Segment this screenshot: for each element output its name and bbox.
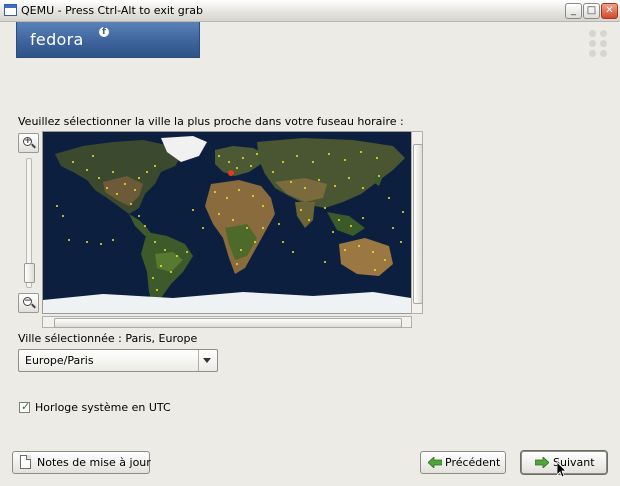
selected-city-label: Ville sélectionnée : Paris, Europe: [18, 332, 198, 345]
maximize-button[interactable]: □: [583, 3, 600, 19]
right-arrow-icon: [535, 457, 549, 468]
fedora-logo-mark: f: [99, 27, 109, 37]
checkmark-icon: ✓: [21, 400, 31, 413]
timezone-select-value: Europe/Paris: [25, 354, 94, 367]
zoom-out-button[interactable]: −: [18, 293, 39, 313]
fedora-logo-text: fedora: [30, 30, 84, 49]
decorative-dots-icon: [589, 30, 611, 58]
chevron-down-icon: [203, 358, 211, 363]
left-arrow-icon: [428, 457, 442, 468]
map-horizontal-scroll-thumb[interactable]: [54, 318, 402, 328]
map-vertical-scroll-thumb[interactable]: [413, 144, 423, 304]
world-map-image[interactable]: [43, 132, 411, 313]
maximize-icon: □: [586, 5, 597, 16]
world-timezone-map[interactable]: [42, 131, 412, 314]
fedora-banner: fedora f: [16, 22, 200, 58]
minimize-icon: _: [571, 5, 576, 16]
minimize-button[interactable]: _: [565, 3, 582, 19]
zoom-in-button[interactable]: +: [18, 133, 39, 153]
utc-checkbox-label[interactable]: Horloge système en UTC: [35, 401, 171, 414]
back-button[interactable]: Précédent: [420, 451, 506, 474]
timezone-prompt: Veuillez sélectionner la ville la plus p…: [18, 115, 404, 128]
window-titlebar[interactable]: QEMU - Press Ctrl-Alt to exit grab _ □ ✕: [0, 0, 620, 22]
utc-checkbox[interactable]: ✓: [19, 400, 31, 413]
window-icon: [4, 4, 17, 16]
close-button[interactable]: ✕: [601, 3, 618, 19]
map-horizontal-scrollbar[interactable]: [42, 316, 412, 328]
timezone-select[interactable]: Europe/Paris: [18, 349, 218, 372]
mouse-cursor-icon: [557, 462, 567, 478]
release-notes-button[interactable]: Notes de mise à jour: [12, 451, 151, 474]
zoom-slider-handle[interactable]: [24, 263, 35, 283]
timezone-select-toggle[interactable]: [198, 350, 217, 371]
release-notes-label: Notes de mise à jour: [37, 456, 151, 469]
close-icon: ✕: [605, 5, 614, 16]
map-vertical-scrollbar[interactable]: [411, 131, 423, 314]
selected-city-marker[interactable]: [228, 170, 234, 176]
document-icon: [20, 455, 31, 469]
window-title: QEMU - Press Ctrl-Alt to exit grab: [21, 4, 203, 17]
back-button-label: Précédent: [445, 456, 501, 469]
